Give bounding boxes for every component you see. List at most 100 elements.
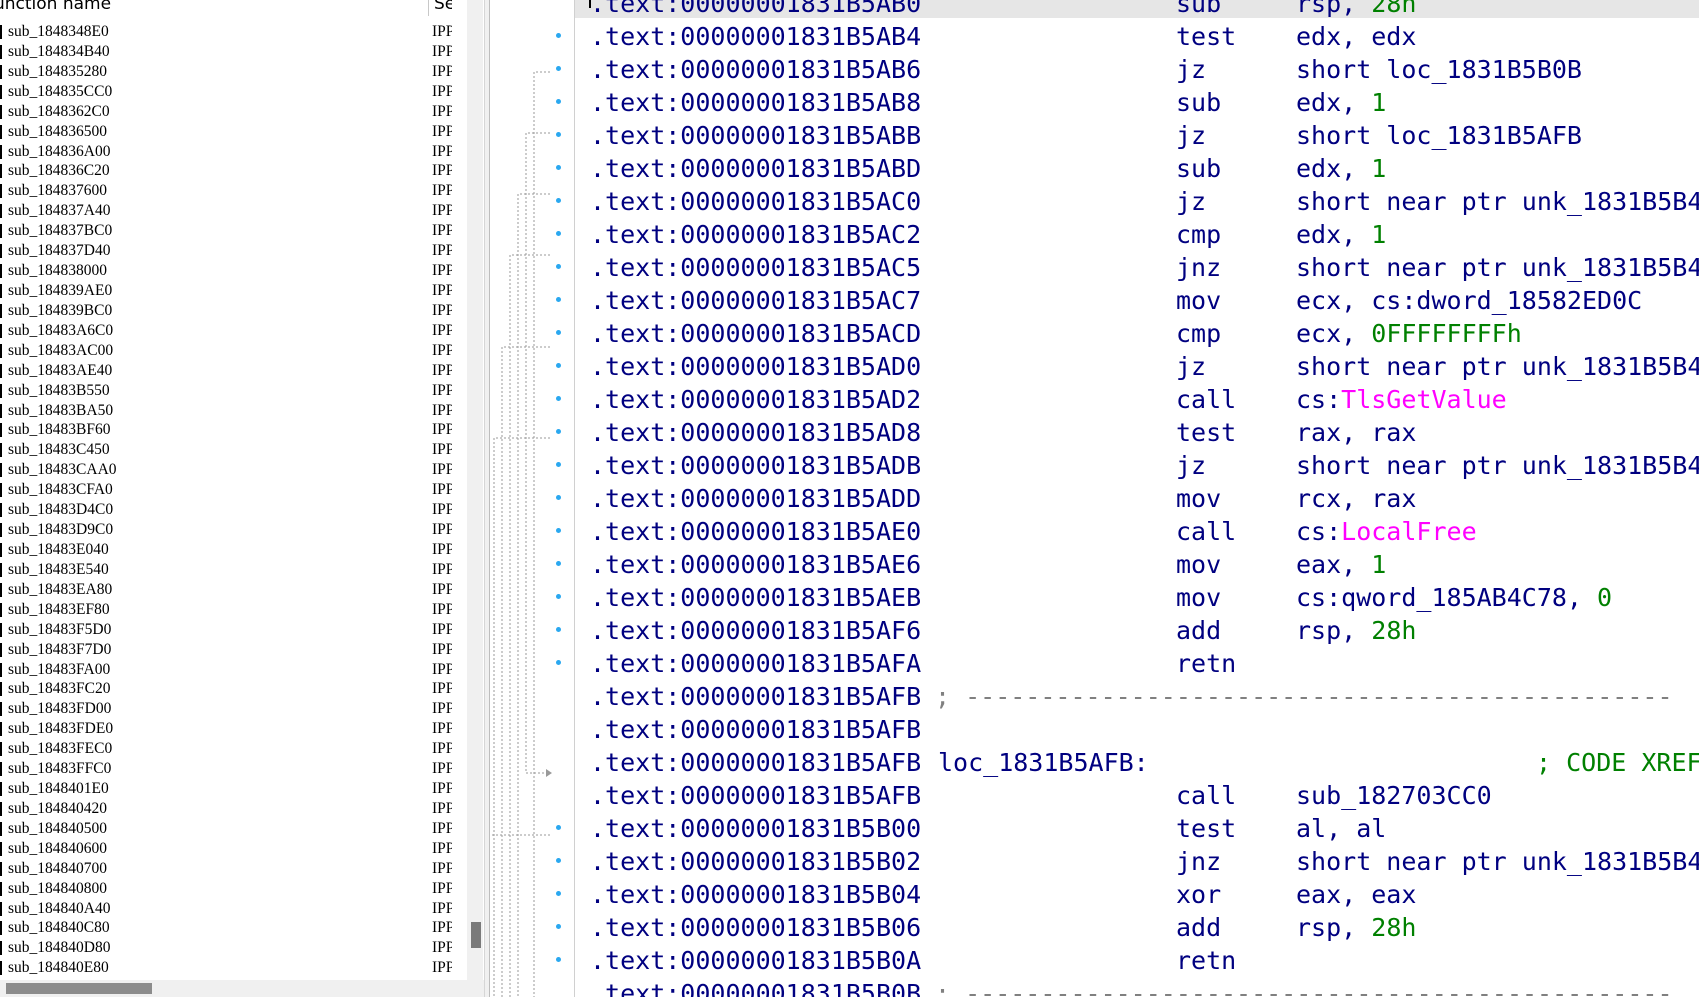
breakpoint-bullet-icon[interactable] [556,330,561,335]
function-row[interactable]: sub_18483D9C0 IPPC [0,520,452,540]
instruction-operands[interactable]: rcx, rax [1296,482,1416,515]
function-row[interactable]: sub_184840500 IPPC [0,819,452,839]
function-row[interactable]: sub_18483FEC0 IPPC [0,739,452,759]
instruction-operands[interactable]: short loc_1831B5B0B [1296,53,1582,86]
function-row[interactable]: sub_184838000 IPPC [0,261,452,281]
function-row[interactable]: sub_18483CFA0 IPPC [0,480,452,500]
function-row[interactable]: sub_184836A00 IPPC [0,142,452,162]
breakpoint-bullet-icon[interactable] [556,165,561,170]
breakpoint-bullet-icon[interactable] [556,660,561,665]
function-row[interactable]: sub_18483BF60 IPPC [0,420,452,440]
function-row[interactable]: sub_184835CC0 IPPC [0,82,452,102]
instruction-operands[interactable]: edx, 1 [1296,152,1386,185]
disassembly-line[interactable]: .text:00000001831B5ACD cmp ecx, 0FFFFFFFFh [490,317,1699,350]
breakpoint-bullet-icon[interactable] [556,99,561,104]
instruction-operands[interactable]: eax, eax [1296,878,1416,911]
breakpoint-bullet-icon[interactable] [556,561,561,566]
breakpoint-bullet-icon[interactable] [556,363,561,368]
breakpoint-bullet-icon[interactable] [556,957,561,962]
instruction-operands[interactable]: short near ptr unk_1831B5B4 [1296,185,1699,218]
breakpoint-bullet-icon[interactable] [556,264,561,269]
instruction-operands[interactable]: edx, edx [1296,20,1416,53]
breakpoint-bullet-icon[interactable] [556,891,561,896]
function-row[interactable]: sub_18483AE40 IPPC [0,361,452,381]
function-row[interactable]: sub_184840700 IPPC [0,859,452,879]
disassembly-line[interactable]: .text:00000001831B5B06 add rsp, 28h [490,911,1699,944]
instruction-operands[interactable]: short near ptr unk_1831B5B4 [1296,845,1699,878]
function-row[interactable]: sub_184840C80 IPPC [0,918,452,938]
breakpoint-bullet-icon[interactable] [556,396,561,401]
function-row[interactable]: sub_184837D40 IPPC [0,241,452,261]
breakpoint-bullet-icon[interactable] [556,231,561,236]
disassembly-line[interactable]: .text:00000001831B5AFB loc_1831B5AFB: ; CO… [490,746,1699,779]
function-row[interactable]: sub_18483E540 IPPC [0,560,452,580]
instruction-operands[interactable]: rax, rax [1296,416,1416,449]
function-row[interactable]: sub_18483FDE0 IPPC [0,719,452,739]
function-row[interactable]: sub_18483E040 IPPC [0,540,452,560]
function-row[interactable]: sub_184840D80 IPPC [0,938,452,958]
function-row[interactable]: sub_18483C450 IPPC [0,440,452,460]
disassembly-line[interactable]: .text:00000001831B5AB8 sub edx, 1 [490,86,1699,119]
breakpoint-bullet-icon[interactable] [556,627,561,632]
function-row[interactable]: sub_18483B550 IPPC [0,381,452,401]
instruction-operands[interactable]: rsp, 28h [1296,0,1416,20]
function-row[interactable]: sub_18483FFC0 IPPC [0,759,452,779]
disassembly-line[interactable]: .text:00000001831B5B00 test al, al [490,812,1699,845]
function-row[interactable]: sub_18483AC00 IPPC [0,341,452,361]
function-row[interactable]: sub_184835280 IPPC [0,62,452,82]
breakpoint-bullet-icon[interactable] [556,429,561,434]
column-separator[interactable] [428,0,429,16]
function-row[interactable]: sub_18483EA80 IPPC [0,580,452,600]
breakpoint-bullet-icon[interactable] [556,198,561,203]
function-row[interactable]: sub_184840420 IPPC [0,799,452,819]
disassembly-line[interactable]: .text:00000001831B5AFB ; ----------------… [490,680,1699,713]
disassembly-line[interactable]: .text:00000001831B5AC5 jnz short near ptr … [490,251,1699,284]
instruction-operands[interactable]: eax, 1 [1296,548,1386,581]
instruction-operands[interactable]: edx, 1 [1296,218,1386,251]
disassembly-line[interactable]: .text:00000001831B5AFB call sub_182703CC0 [490,779,1699,812]
disassembly-line[interactable]: .text:00000001831B5B0A retn [490,944,1699,977]
function-row[interactable]: sub_184840600 IPPC [0,839,452,859]
function-row[interactable]: sub_18483EF80 IPPC [0,600,452,620]
function-row[interactable]: sub_184837600 IPPC [0,181,452,201]
functions-horizontal-scroll-thumb[interactable] [6,983,152,994]
breakpoint-bullet-icon[interactable] [556,495,561,500]
instruction-operands[interactable]: short near ptr unk_1831B5B4 [1296,251,1699,284]
disassembly-line[interactable]: .text:00000001831B5AE0 call cs:LocalFree [490,515,1699,548]
disassembly-line[interactable]: .text:00000001831B5AC0 jz short near ptr u… [490,185,1699,218]
instruction-operands[interactable]: ecx, cs:dword_18582ED0C [1296,284,1642,317]
function-row[interactable]: sub_184836500 IPPC [0,122,452,142]
breakpoint-bullet-icon[interactable] [556,924,561,929]
breakpoint-bullet-icon[interactable] [556,462,561,467]
function-row[interactable]: sub_184836C20 IPPC [0,161,452,181]
instruction-operands[interactable]: cs:LocalFree [1296,515,1477,548]
disassembly-line[interactable]: .text:00000001831B5AF6 add rsp, 28h [490,614,1699,647]
disassembly-line[interactable]: .text:00000001831B5AEB mov cs:qword_185AB4… [490,581,1699,614]
column-header-segment[interactable]: Seg [434,0,452,13]
function-row[interactable]: sub_184834B40 IPPC [0,42,452,62]
instruction-operands[interactable]: cs:qword_185AB4C78, 0 [1296,581,1612,614]
instruction-operands[interactable]: short loc_1831B5AFB [1296,119,1582,152]
function-row[interactable]: sub_184840800 IPPC [0,879,452,899]
function-row[interactable]: sub_184837A40 IPPC [0,201,452,221]
code-label[interactable]: loc_1831B5AFB: [938,746,1149,779]
function-row[interactable]: sub_184840E80 IPPC [0,958,452,978]
function-row[interactable]: sub_1848401E0 IPPC [0,779,452,799]
disassembly-line[interactable]: .text:00000001831B5ABB jz short loc_1831B5… [490,119,1699,152]
disassembly-line[interactable]: .text:00000001831B5AD2 call cs:TlsGetValue [490,383,1699,416]
breakpoint-bullet-icon[interactable] [556,132,561,137]
function-row[interactable]: sub_18483BA50 IPPC [0,401,452,421]
disassembly-line[interactable]: .text:00000001831B5AFB [490,713,1699,746]
instruction-operands[interactable]: edx, 1 [1296,86,1386,119]
function-row[interactable]: sub_18483A6C0 IPPC [0,321,452,341]
disassembly-line[interactable]: .text:00000001831B5AC2 cmp edx, 1 [490,218,1699,251]
instruction-operands[interactable]: short near ptr unk_1831B5B4 [1296,449,1699,482]
disassembly-line[interactable]: .text:00000001831B5AB4 test edx, edx [490,20,1699,53]
breakpoint-bullet-icon[interactable] [556,297,561,302]
instruction-operands[interactable]: al, al [1296,812,1386,845]
functions-vertical-scroll-thumb[interactable] [471,922,481,948]
breakpoint-bullet-icon[interactable] [556,528,561,533]
function-row[interactable]: sub_18483FC20 IPPC [0,679,452,699]
disassembly-view[interactable]: ˇ.text:00000001831B5AB0subrsp, 28h.text:… [490,0,1699,997]
breakpoint-bullet-icon[interactable] [556,858,561,863]
